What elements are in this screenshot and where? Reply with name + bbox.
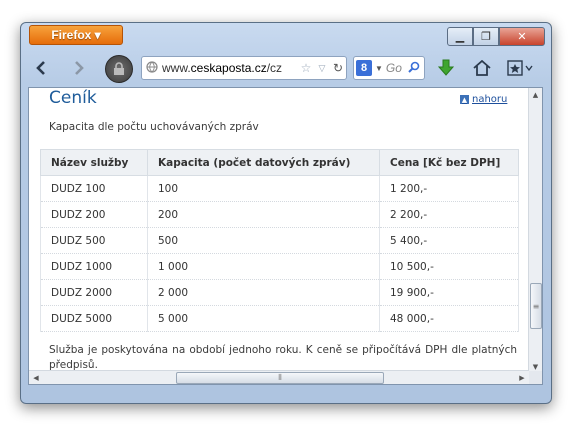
arrow-up-icon: ▲ — [460, 95, 469, 104]
table-cell: 500 — [147, 227, 380, 254]
dropdown-icon[interactable]: ▽ — [314, 63, 330, 74]
horizontal-scroll-thumb[interactable]: ⦀ — [176, 372, 384, 384]
url-rest: /cz — [266, 61, 283, 75]
horizontal-scrollbar[interactable]: ◀ ⦀ ▶ — [29, 370, 529, 384]
section-subtitle: Kapacita dle počtu uchovávaných zpráv — [49, 121, 259, 133]
table-cell: 200 — [147, 201, 380, 228]
home-icon[interactable] — [471, 57, 493, 79]
table-row: DUDZ 5000 5 000 48 000,- — [40, 305, 519, 332]
column-header: Kapacita (počet datových zpráv) — [147, 149, 380, 176]
url-host: ceskaposta.cz — [190, 61, 267, 75]
url-bar[interactable]: www.ceskaposta.cz/cz ☆ ▽ ↻ — [141, 56, 347, 80]
table-cell: DUDZ 200 — [40, 201, 148, 228]
minimize-button[interactable]: ▁ — [447, 27, 473, 46]
download-icon[interactable] — [435, 57, 457, 79]
globe-icon — [142, 60, 162, 76]
star-icon[interactable]: ☆ — [298, 61, 314, 75]
table-row: DUDZ 2000 2 000 19 900,- — [40, 279, 519, 306]
search-input[interactable]: Go — [386, 61, 408, 75]
table-cell: 5 400,- — [379, 227, 519, 254]
search-bar[interactable]: 8 ▼ Go — [353, 56, 425, 80]
scroll-up-icon[interactable]: ▲ — [529, 88, 542, 102]
browser-window: Firefox ▾ ▁ ❐ ✕ www.ceskaposta.cz/cz ☆ ▽… — [20, 22, 552, 404]
column-header: Název služby — [40, 149, 148, 176]
back-to-top-link[interactable]: ▲ nahoru — [460, 94, 507, 105]
column-header: Cena [Kč bez DPH] — [379, 149, 519, 176]
table-row: DUDZ 1000 1 000 10 500,- — [40, 253, 519, 280]
table-cell: 5 000 — [147, 305, 380, 332]
vertical-scrollbar[interactable]: ▲ ≡ ▼ — [528, 88, 542, 374]
table-cell: DUDZ 2000 — [40, 279, 148, 306]
page-title: Ceník — [49, 88, 97, 108]
service-note: Služba je poskytována na období jednoho … — [49, 344, 517, 371]
table-cell: DUDZ 500 — [40, 227, 148, 254]
table-cell: 2 200,- — [379, 201, 519, 228]
search-engine-dropdown-icon[interactable]: ▼ — [375, 64, 383, 73]
navigation-toolbar: www.ceskaposta.cz/cz ☆ ▽ ↻ 8 ▼ Go — [21, 51, 551, 85]
table-cell: DUDZ 1000 — [40, 253, 148, 280]
table-row: DUDZ 100 100 1 200,- — [40, 175, 519, 202]
url-prefix: www. — [162, 61, 191, 75]
restore-button[interactable]: ❐ — [473, 27, 499, 46]
table-cell: 19 900,- — [379, 279, 519, 306]
table-cell: 1 000 — [147, 253, 380, 280]
table-cell: DUDZ 5000 — [40, 305, 148, 332]
vertical-scroll-thumb[interactable]: ≡ — [530, 283, 542, 329]
table-header-row: Název služby Kapacita (počet datových zp… — [40, 149, 519, 176]
table-row: DUDZ 500 500 5 400,- — [40, 227, 519, 254]
scroll-right-icon[interactable]: ▶ — [515, 371, 529, 384]
table-cell: 1 200,- — [379, 175, 519, 202]
google-icon[interactable]: 8 — [356, 60, 372, 76]
table-cell: 48 000,- — [379, 305, 519, 332]
scrollbar-corner — [529, 371, 542, 384]
price-table: Název služby Kapacita (počet datových zp… — [40, 149, 519, 332]
bookmarks-icon[interactable] — [505, 57, 537, 79]
table-cell: 10 500,- — [379, 253, 519, 280]
table-cell: DUDZ 100 — [40, 175, 148, 202]
reload-icon[interactable]: ↻ — [330, 61, 346, 75]
forward-icon[interactable] — [65, 56, 91, 80]
padlock-icon[interactable] — [105, 55, 133, 83]
back-icon[interactable] — [29, 56, 55, 80]
url-text[interactable]: www.ceskaposta.cz/cz — [162, 61, 298, 75]
table-cell: 100 — [147, 175, 380, 202]
firefox-menu-button[interactable]: Firefox ▾ — [29, 25, 123, 45]
search-icon[interactable] — [408, 61, 424, 76]
page-viewport: Ceník ▲ nahoru Kapacita dle počtu uchová… — [28, 87, 543, 385]
table-cell: 2 000 — [147, 279, 380, 306]
table-row: DUDZ 200 200 2 200,- — [40, 201, 519, 228]
back-to-top-label[interactable]: nahoru — [472, 94, 507, 105]
scroll-left-icon[interactable]: ◀ — [29, 371, 43, 384]
page-content: Ceník ▲ nahoru Kapacita dle počtu uchová… — [29, 88, 529, 374]
window-controls: ▁ ❐ ✕ — [447, 27, 545, 46]
close-button[interactable]: ✕ — [499, 27, 545, 46]
